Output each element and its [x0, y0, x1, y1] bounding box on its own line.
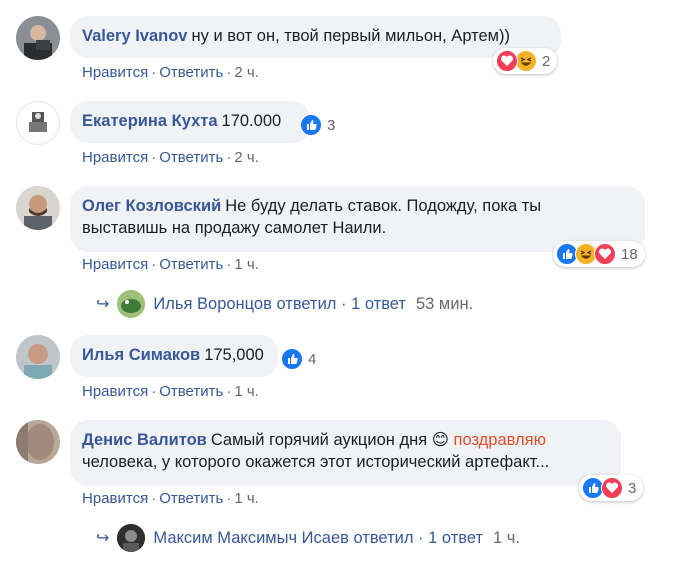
comment-actions: Нравится · Ответить · 2 ч.: [82, 64, 259, 81]
like-link[interactable]: Нравится: [82, 256, 148, 273]
reply-summary-time: 53 мин.: [416, 294, 474, 313]
comment-text-line2: выставишь на продажу самолет Наили.: [82, 219, 387, 237]
reply-avatar: [117, 524, 146, 552]
comment-time[interactable]: 1 ч.: [234, 256, 259, 273]
comment-time[interactable]: 2 ч.: [234, 149, 259, 166]
comment-actions: Нравится · Ответить · 1 ч.: [82, 490, 259, 507]
reply-link[interactable]: Ответить: [159, 383, 223, 400]
like-icon: [300, 114, 322, 136]
reactions-summary[interactable]: 4: [281, 346, 323, 372]
comment-author[interactable]: Олег Козловский: [82, 197, 221, 215]
comment-text-line2: человека, у которого окажется этот истор…: [82, 453, 550, 471]
comment-bubble: Valery Ivanov ну и вот он, твой первый ми…: [70, 16, 561, 58]
like-link[interactable]: Нравится: [82, 383, 148, 400]
reply-link[interactable]: Ответить: [159, 256, 223, 273]
like-link[interactable]: Нравится: [82, 490, 148, 507]
reply-link[interactable]: Ответить: [159, 149, 223, 166]
avatar[interactable]: [16, 335, 60, 379]
comment-author[interactable]: Денис Валитов: [82, 431, 207, 449]
comment-time[interactable]: 2 ч.: [234, 64, 259, 81]
avatar[interactable]: [16, 420, 60, 464]
view-replies-link[interactable]: ↪ Илья Воронцов ответил · 1 ответ 53 мин…: [96, 290, 473, 318]
reactions-count: 3: [327, 116, 336, 134]
comment-text: ну и вот он, твой первый мильон, Артем)): [191, 27, 511, 45]
comment-actions: Нравится · Ответить · 1 ч.: [82, 256, 259, 273]
comment-author[interactable]: Valery Ivanov: [82, 27, 188, 45]
reactions-count: 2: [542, 52, 551, 70]
reply-summary-text[interactable]: Максим Максимыч Исаев ответил · 1 ответ: [153, 529, 483, 548]
reply-arrow-icon: ↪: [96, 296, 110, 313]
reactions-summary[interactable]: 18: [553, 241, 645, 267]
reactions-summary[interactable]: 3: [300, 112, 342, 138]
smile-emoji-icon: 😊: [431, 431, 449, 449]
comment-text: 175,000: [204, 346, 264, 364]
avatar[interactable]: [16, 101, 60, 145]
reactions-summary[interactable]: 3: [579, 475, 644, 501]
comment-time[interactable]: 1 ч.: [234, 490, 259, 507]
comment-text-line1: Самый горячий аукцион дня: [210, 431, 428, 449]
reactions-summary[interactable]: 2: [493, 48, 558, 74]
comment-author[interactable]: Екатерина Кухта: [82, 112, 218, 130]
view-replies-link[interactable]: ↪ Максим Максимыч Исаев ответил · 1 отве…: [96, 524, 520, 552]
like-link[interactable]: Нравится: [82, 149, 148, 166]
reactions-count: 3: [628, 479, 637, 497]
avatar[interactable]: [16, 186, 60, 230]
reply-avatar: [117, 290, 146, 318]
mention-link[interactable]: поздравляю: [454, 431, 546, 449]
reply-summary-text[interactable]: Илья Воронцов ответил · 1 ответ: [153, 295, 406, 314]
heart-icon: [594, 243, 616, 265]
comment-actions: Нравится · Ответить · 2 ч.: [82, 149, 259, 166]
avatar[interactable]: [16, 16, 60, 60]
haha-icon: [515, 50, 537, 72]
like-link[interactable]: Нравится: [82, 64, 148, 81]
reply-summary-time: 1 ч.: [493, 528, 520, 547]
comment-actions: Нравится · Ответить · 1 ч.: [82, 383, 259, 400]
comment-bubble: Екатерина Кухта 170.000: [70, 101, 310, 143]
heart-icon: [601, 477, 623, 499]
comment-time[interactable]: 1 ч.: [234, 383, 259, 400]
reply-arrow-icon: ↪: [96, 530, 110, 547]
reply-link[interactable]: Ответить: [159, 490, 223, 507]
like-icon: [281, 348, 303, 370]
comment-author[interactable]: Илья Симаков: [82, 346, 200, 364]
heart-icon: [496, 50, 518, 72]
comment-text-line1: Не буду делать ставок. Подожду, пока ты: [225, 197, 542, 215]
comment-bubble: Илья Симаков 175,000: [70, 335, 278, 377]
reactions-count: 18: [621, 245, 638, 263]
reactions-count: 4: [308, 350, 317, 368]
comment-text: 170.000: [221, 112, 282, 130]
comment-bubble: Денис Валитов Самый горячий аукцион дня 😊…: [70, 420, 621, 486]
reply-link[interactable]: Ответить: [159, 64, 223, 81]
